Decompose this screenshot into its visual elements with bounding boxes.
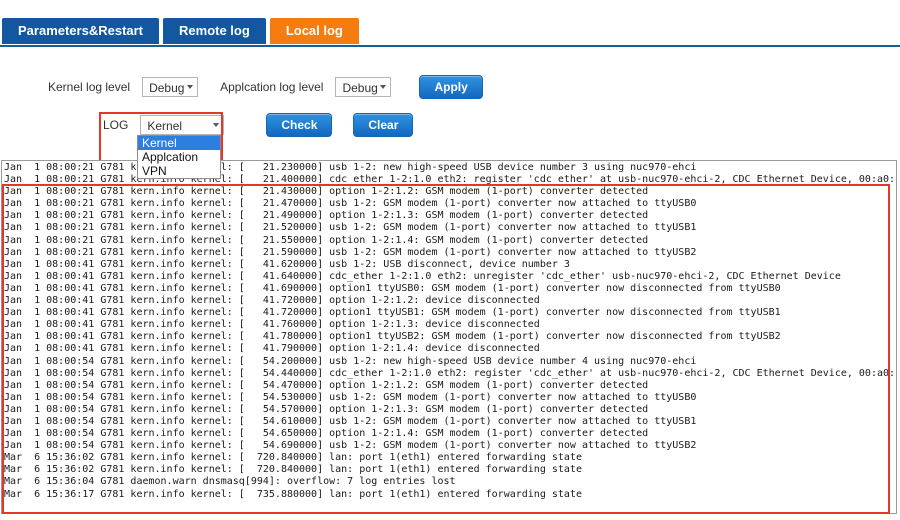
kernel-log-level-value: Debug bbox=[149, 81, 185, 95]
log-line: Jan 1 08:00:41 G781 kern.info kernel: [ … bbox=[4, 331, 781, 343]
log-line: Jan 1 08:00:54 G781 kern.info kernel: [ … bbox=[4, 440, 697, 452]
log-line: Jan 1 08:00:54 G781 kern.info kernel: [ … bbox=[4, 355, 697, 367]
chevron-down-icon bbox=[380, 85, 387, 89]
log-line: Mar 6 15:36:04 G781 daemon.warn dnsmasq[… bbox=[4, 476, 456, 488]
log-line: Jan 1 08:00:41 G781 kern.info kernel: [ … bbox=[4, 258, 570, 270]
log-line: Jan 1 08:00:54 G781 kern.info kernel: [ … bbox=[4, 379, 649, 391]
application-log-level-select[interactable]: Debug bbox=[335, 77, 392, 97]
log-line: Jan 1 08:00:54 G781 kern.info kernel: [ … bbox=[4, 403, 649, 415]
log-line: Jan 1 08:00:54 G781 kern.info kernel: [ … bbox=[4, 367, 897, 379]
chevron-down-icon bbox=[213, 123, 220, 127]
log-line: Jan 1 08:00:21 G781 kern.info kernel: [ … bbox=[4, 222, 697, 234]
apply-button[interactable]: Apply bbox=[419, 75, 483, 99]
tab-local-log[interactable]: Local log bbox=[269, 18, 359, 44]
tab-parameters-restart[interactable]: Parameters&Restart bbox=[2, 18, 160, 44]
kernel-log-level-select[interactable]: Debug bbox=[142, 77, 199, 97]
log-line: Mar 6 15:36:02 G781 kern.info kernel: [ … bbox=[4, 464, 582, 476]
log-output-textarea[interactable]: Jan 1 08:00:21 G781 kern.info kernel: [ … bbox=[1, 160, 897, 514]
log-line: Jan 1 08:00:54 G781 kern.info kernel: [ … bbox=[4, 391, 697, 403]
log-line: Jan 1 08:00:21 G781 kern.info kernel: [ … bbox=[4, 246, 697, 258]
log-line: Jan 1 08:00:41 G781 kern.info kernel: [ … bbox=[4, 319, 540, 331]
log-line: Jan 1 08:00:21 G781 kern.info kernel: [ … bbox=[4, 234, 649, 246]
log-line: Jan 1 08:00:41 G781 kern.info kernel: [ … bbox=[4, 307, 781, 319]
log-line: Jan 1 08:00:41 G781 kern.info kernel: [ … bbox=[4, 270, 841, 282]
log-line: Jan 1 08:00:41 G781 kern.info kernel: [ … bbox=[4, 343, 540, 355]
log-line: Mar 6 15:36:02 G781 kern.info kernel: [ … bbox=[4, 452, 582, 464]
application-log-level-value: Debug bbox=[342, 81, 378, 95]
tab-remote-log[interactable]: Remote log bbox=[163, 18, 266, 44]
clear-button[interactable]: Clear bbox=[353, 113, 414, 137]
log-line: Jan 1 08:00:54 G781 kern.info kernel: [ … bbox=[4, 415, 697, 427]
log-line: Jan 1 08:00:21 G781 kern.info kernel: [ … bbox=[4, 198, 697, 210]
tab-bar: Parameters&Restart Remote log Local log bbox=[0, 18, 900, 46]
tab-underline bbox=[0, 45, 900, 47]
log-selector-row: LOG Kernel Check Clear bbox=[0, 113, 900, 137]
chevron-down-icon bbox=[187, 85, 194, 89]
log-line: Jan 1 08:00:21 G781 kern.info kernel: [ … bbox=[4, 186, 649, 198]
tab-list: Parameters&Restart Remote log Local log bbox=[2, 18, 363, 44]
log-line: Jan 1 08:00:54 G781 kern.info kernel: [ … bbox=[4, 428, 649, 440]
log-source-option-vpn[interactable]: VPN bbox=[138, 164, 220, 178]
log-level-controls: Kernel log level Debug Applcation log le… bbox=[0, 74, 900, 100]
log-line: Mar 6 15:36:17 G781 kern.info kernel: [ … bbox=[4, 488, 582, 500]
log-source-value: Kernel bbox=[147, 119, 183, 133]
kernel-log-level-label: Kernel log level bbox=[48, 80, 131, 94]
check-button[interactable]: Check bbox=[266, 113, 333, 137]
application-log-level-label: Applcation log level bbox=[220, 80, 324, 94]
log-source-option-application[interactable]: Applcation bbox=[138, 150, 220, 164]
log-line: Jan 1 08:00:21 G781 kern.info kernel: [ … bbox=[4, 210, 649, 222]
log-line: Jan 1 08:00:41 G781 kern.info kernel: [ … bbox=[4, 282, 781, 294]
log-source-select[interactable]: Kernel bbox=[140, 115, 225, 135]
log-source-dropdown-list[interactable]: Kernel Applcation VPN bbox=[137, 135, 221, 179]
log-line: Jan 1 08:00:41 G781 kern.info kernel: [ … bbox=[4, 295, 540, 307]
log-selector-label: LOG bbox=[103, 118, 129, 132]
log-source-option-kernel[interactable]: Kernel bbox=[138, 136, 220, 150]
